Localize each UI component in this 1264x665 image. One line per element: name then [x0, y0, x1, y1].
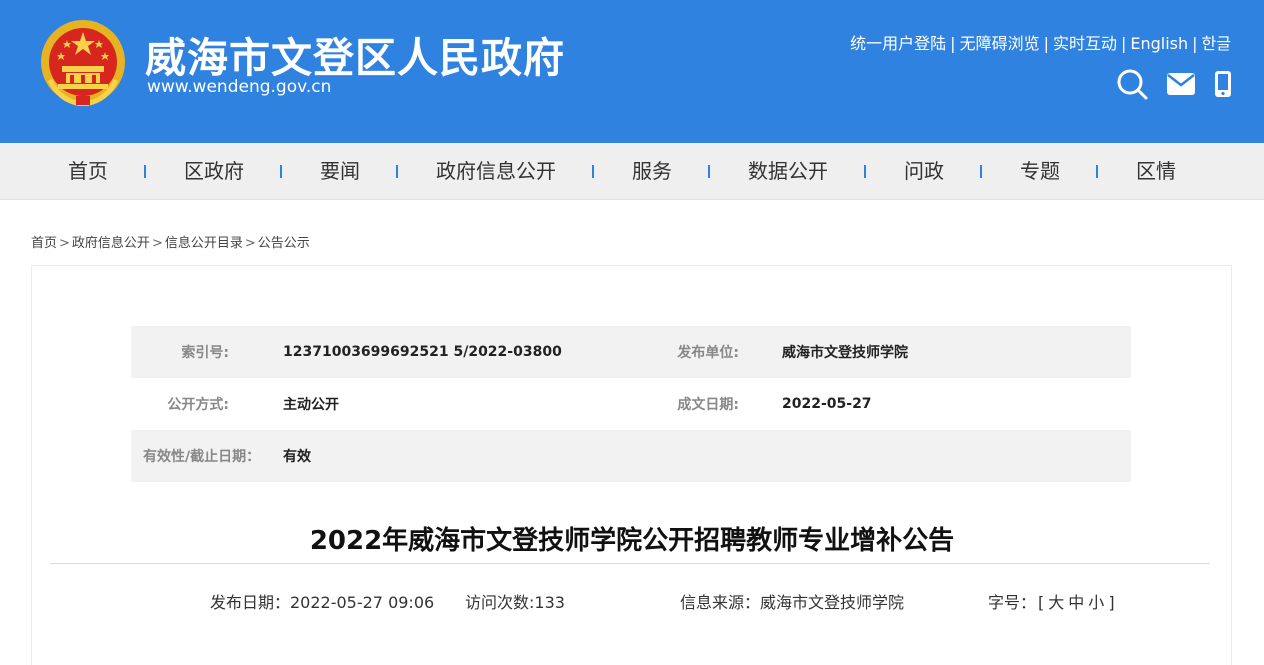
national-emblem-icon	[41, 20, 125, 106]
login-link[interactable]: 统一用户登陆	[850, 34, 946, 53]
separator: |	[1043, 34, 1049, 53]
interaction-link[interactable]: 实时互动	[1053, 34, 1117, 53]
nav-item-district-government[interactable]: 区政府	[146, 143, 282, 200]
nav-item-topics[interactable]: 专题	[982, 143, 1098, 200]
publish-date: 发布日期：2022-05-27 09:06	[210, 593, 435, 612]
index-label: 索引号:	[181, 345, 229, 361]
top-links: 统一用户登陆 | 无障碍浏览 | 实时互动 | English | 한글	[850, 30, 1231, 54]
nav-item-district-profile[interactable]: 区情	[1098, 143, 1214, 200]
bracket-open: [	[1038, 593, 1045, 612]
search-icon[interactable]	[1116, 68, 1148, 100]
breadcrumb-separator: >	[151, 236, 163, 251]
info-source: 信息来源：威海市文登技师学院	[680, 593, 905, 612]
publisher-value: 威海市文登技师学院	[782, 345, 908, 361]
publisher-label: 发布单位:	[677, 345, 739, 361]
accessibility-link[interactable]: 无障碍浏览	[960, 34, 1040, 53]
breadcrumb-separator: >	[59, 236, 70, 251]
metadata-row: 索引号: 12371003699692521 5/2022-03800 发布单位…	[131, 326, 1131, 378]
separator: |	[1192, 34, 1198, 53]
separator: |	[1120, 34, 1127, 53]
korean-link[interactable]: 한글	[1202, 34, 1231, 53]
document-date-value: 2022-05-27	[782, 396, 872, 412]
mail-icon[interactable]	[1166, 72, 1196, 96]
breadcrumb-separator: >	[244, 236, 256, 251]
font-medium-button[interactable]: 中	[1068, 593, 1084, 612]
metadata-row: 公开方式: 主动公开 成文日期: 2022-05-27	[131, 378, 1131, 430]
site-url[interactable]: www.wendeng.gov.cn	[147, 77, 331, 97]
nav-item-info-disclosure[interactable]: 政府信息公开	[398, 143, 594, 200]
main-nav: 首页 区政府 要闻 政府信息公开 服务 数据公开 问政 专题 区情	[0, 143, 1264, 200]
bracket-close: ]	[1108, 593, 1115, 612]
validity-value: 有效	[283, 449, 311, 465]
breadcrumb: 首页 > 政府信息公开 > 信息公开目录 > 公告公示	[31, 232, 310, 251]
breadcrumb-home[interactable]: 首页	[31, 236, 57, 251]
font-small-button[interactable]: 小	[1088, 593, 1104, 612]
font-size-control: 字号：[大中小]	[988, 589, 1117, 613]
nav-item-inquiry[interactable]: 问政	[866, 143, 982, 200]
breadcrumb-announcements[interactable]: 公告公示	[258, 236, 310, 251]
document-date-label: 成文日期:	[677, 397, 739, 413]
metadata-row: 有效性/截止日期： 有效	[131, 430, 1131, 482]
validity-label: 有效性/截止日期：	[143, 449, 261, 465]
site-header: 威海市文登区人民政府 www.wendeng.gov.cn 统一用户登陆 | 无障碍…	[0, 0, 1264, 143]
visit-count: 访问次数:133	[465, 593, 565, 612]
title-divider	[50, 563, 1210, 564]
font-size-label: 字号：	[988, 593, 1037, 612]
tool-icons	[1116, 68, 1232, 100]
metadata-table: 索引号: 12371003699692521 5/2022-03800 发布单位…	[131, 326, 1131, 482]
nav-item-home[interactable]: 首页	[30, 143, 146, 200]
nav-item-open-data[interactable]: 数据公开	[710, 143, 866, 200]
article-title: 2022年威海市文登技师学院公开招聘教师专业增补公告	[309, 526, 955, 556]
nav-item-news[interactable]: 要闻	[282, 143, 398, 200]
method-label: 公开方式:	[167, 397, 229, 413]
english-link[interactable]: English	[1130, 34, 1188, 53]
index-value: 12371003699692521 5/2022-03800	[283, 344, 562, 360]
nav-item-services[interactable]: 服务	[594, 143, 710, 200]
breadcrumb-info-disclosure[interactable]: 政府信息公开	[72, 236, 150, 251]
mobile-icon[interactable]	[1214, 70, 1232, 98]
font-large-button[interactable]: 大	[1048, 593, 1064, 612]
separator: |	[950, 34, 956, 53]
method-value: 主动公开	[283, 397, 339, 413]
breadcrumb-catalog[interactable]: 信息公开目录	[165, 236, 243, 251]
site-title[interactable]: 威海市文登区人民政府	[145, 24, 565, 84]
